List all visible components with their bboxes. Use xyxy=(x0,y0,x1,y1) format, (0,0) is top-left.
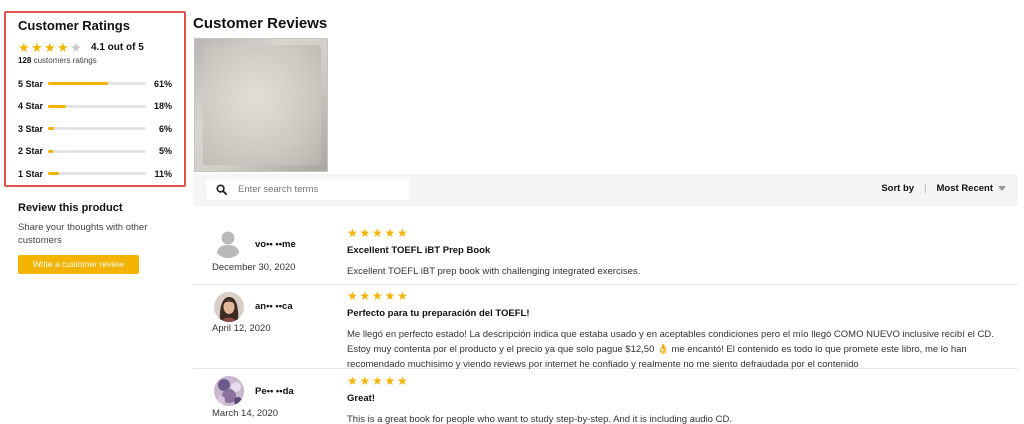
rating-bar-track xyxy=(48,172,146,175)
search-icon xyxy=(216,183,228,196)
star-icon: ★ xyxy=(347,289,358,303)
star-icon: ★ xyxy=(372,289,383,303)
rating-bar-label: 3 Star xyxy=(18,123,44,134)
rating-bar-4[interactable]: 4 Star 18% xyxy=(18,101,172,111)
ratings-count-suffix: customers ratings xyxy=(33,56,97,65)
star-icon: ★ xyxy=(372,374,383,388)
rating-bar-fill xyxy=(48,127,54,130)
user-photo-avatar xyxy=(214,292,244,322)
customer-reviews-title: Customer Reviews xyxy=(193,15,328,32)
star-icon: ★ xyxy=(347,374,358,388)
review-product-title: Review this product xyxy=(18,202,123,214)
star-icon: ★ xyxy=(384,226,396,240)
review-item: Pe•• ••da March 14, 2020 ★ ★ ★ ★ ★ Great… xyxy=(193,370,1018,424)
ratings-count-number: 128 xyxy=(18,56,32,65)
rating-bar-fill xyxy=(48,149,53,153)
rating-bar-label: 4 Star xyxy=(18,101,44,111)
rating-bar-label: 2 Star xyxy=(18,146,44,156)
review-body: ★ ★ ★ ★ ★ Great! This is a great book fo… xyxy=(347,375,997,424)
review-this-product: Review this product Share your thoughts … xyxy=(18,202,178,274)
customer-review-photo[interactable] xyxy=(194,38,328,172)
star-icon: ★ xyxy=(397,374,408,388)
default-user-icon xyxy=(213,228,243,258)
rating-bar-percent: 18% xyxy=(153,101,172,111)
rating-bar-percent: 61% xyxy=(153,78,172,89)
rating-bar-fill xyxy=(48,104,66,108)
star-icon: ★ xyxy=(31,39,43,55)
star-icon: ★ xyxy=(372,226,383,240)
review-product-text: Share your thoughts with other customers xyxy=(18,222,148,246)
rating-bar-5[interactable]: 5 Star 61% xyxy=(18,79,172,89)
rating-bar-fill xyxy=(48,82,108,85)
star-icon: ★ xyxy=(384,374,396,388)
average-stars: ★ ★ ★ ★ ★ xyxy=(18,41,83,54)
review-item: vo•• ••me December 30, 2020 ★ ★ ★ ★ ★ Ex… xyxy=(193,207,1018,285)
rating-bar-fill xyxy=(48,172,59,175)
star-icon: ★ xyxy=(397,289,408,303)
review-item: an•• ••ca April 12, 2020 ★ ★ ★ ★ ★ Perfe… xyxy=(193,285,1018,372)
reviews-toolbar: Sort by | Most Recent xyxy=(193,174,1018,206)
reviewer-name: vo•• ••me xyxy=(255,239,296,250)
sort-dropdown[interactable]: Most Recent xyxy=(937,183,993,194)
reviewer-name: an•• ••ca xyxy=(255,301,293,312)
review-date: March 14, 2020 xyxy=(212,408,279,419)
reviewer-name: Pe•• ••da xyxy=(255,386,294,397)
star-icon: ★ xyxy=(359,226,371,240)
photo-content xyxy=(203,45,321,165)
rating-bar-track xyxy=(48,149,146,153)
star-icon: ★ xyxy=(57,39,69,55)
star-icon: ★ xyxy=(359,374,371,388)
review-text: Me llegó en perfecto estado! La descripc… xyxy=(347,329,994,370)
review-date: April 12, 2020 xyxy=(212,323,271,334)
review-body: ★ ★ ★ ★ ★ Excellent TOEFL iBT Prep Book … xyxy=(347,227,997,279)
rating-bar-percent: 11% xyxy=(154,168,172,179)
chevron-down-icon[interactable] xyxy=(998,186,1006,191)
star-icon: ★ xyxy=(359,289,371,303)
review-stars: ★ ★ ★ ★ ★ xyxy=(347,227,997,239)
review-text: This is a great book for people who want… xyxy=(347,414,732,424)
rating-bar-3[interactable]: 3 Star 6% xyxy=(18,124,172,134)
rating-bar-1[interactable]: 1 Star 11% xyxy=(18,169,172,179)
rating-bar-track xyxy=(48,127,146,130)
ratings-summary: ★ ★ ★ ★ ★ 4.1 out of 5 xyxy=(18,40,172,54)
rating-summary-text: 4.1 out of 5 xyxy=(91,41,144,53)
star-icon: ★ xyxy=(347,226,358,240)
write-review-button[interactable]: Write a customer review xyxy=(18,255,139,274)
user-photo-avatar xyxy=(214,376,244,406)
sort-label: Sort by xyxy=(881,183,915,194)
ratings-title: Customer Ratings xyxy=(18,18,130,33)
sort-control: Sort by | Most Recent xyxy=(881,183,1006,194)
rating-bar-track xyxy=(48,82,146,85)
sort-separator: | xyxy=(924,183,927,194)
rating-bar-label: 1 Star xyxy=(18,168,44,179)
star-icon: ★ xyxy=(18,39,30,55)
rating-bar-percent: 5% xyxy=(158,146,172,156)
search-box[interactable] xyxy=(206,179,409,200)
review-date: December 30, 2020 xyxy=(212,262,296,273)
rating-bar-label: 5 Star xyxy=(18,78,44,89)
review-stars: ★ ★ ★ ★ ★ xyxy=(347,290,997,302)
rating-bar-track xyxy=(48,104,146,108)
star-icon: ★ xyxy=(44,39,56,55)
star-icon: ★ xyxy=(384,289,396,303)
rating-bar-2[interactable]: 2 Star 5% xyxy=(18,146,172,156)
review-stars: ★ ★ ★ ★ ★ xyxy=(347,375,997,387)
customer-ratings-panel: Customer Ratings ★ ★ ★ ★ ★ 4.1 out of 5 … xyxy=(4,11,186,187)
ratings-count: 128 customers ratings xyxy=(18,56,172,66)
search-input[interactable] xyxy=(238,184,398,195)
star-empty-icon: ★ xyxy=(70,39,82,55)
review-text: Excellent TOEFL iBT prep book with chall… xyxy=(347,266,641,277)
review-title: Excellent TOEFL iBT Prep Book xyxy=(347,245,491,256)
review-title: Great! xyxy=(347,393,375,404)
review-title: Perfecto para tu preparación del TOEFL! xyxy=(347,308,530,319)
star-icon: ★ xyxy=(397,226,408,240)
review-body: ★ ★ ★ ★ ★ Perfecto para tu preparación d… xyxy=(347,290,997,372)
rating-bar-percent: 6% xyxy=(158,123,172,134)
